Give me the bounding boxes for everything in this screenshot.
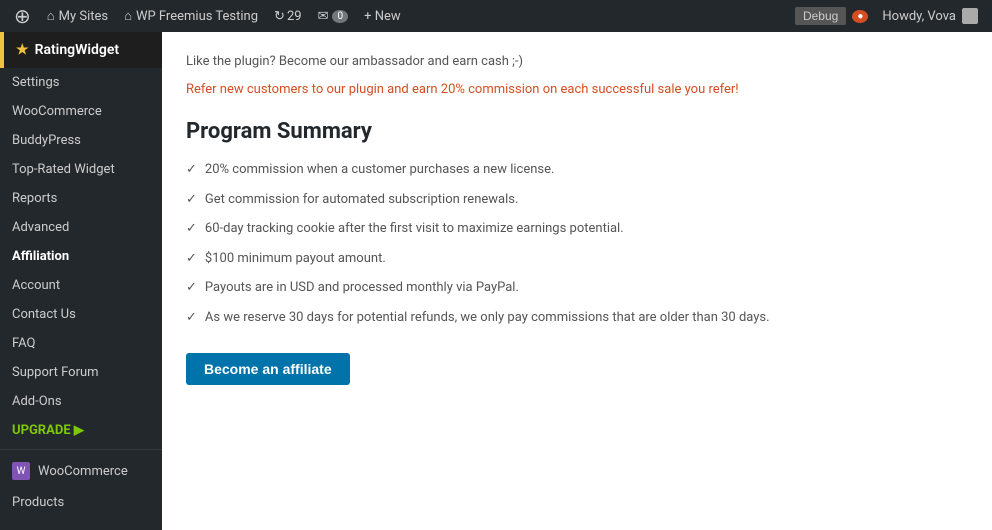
checklist-text-3: 60-day tracking cookie after the first v… [205,219,624,239]
woocommerce-icon: W [12,462,30,480]
star-icon: ★ [16,42,29,58]
sidebar-item-reports[interactable]: Reports [0,184,162,213]
home-icon: ⌂ [124,8,132,24]
updates-menu[interactable]: ↻ 29 [266,0,310,32]
comments-menu[interactable]: ✉ 0 [310,0,357,32]
sidebar-item-top-rated-widget[interactable]: Top-Rated Widget [0,155,162,184]
comment-icon: ✉ [318,9,329,24]
howdy-label: Howdy, Vova [882,9,956,24]
upgrade-button[interactable]: UPGRADE ▶ [0,416,162,445]
checklist-item-1: ✓ 20% commission when a customer purchas… [186,160,968,180]
site-name-menu[interactable]: ⌂ WP Freemius Testing [116,0,266,32]
site-name-label: WP Freemius Testing [136,9,258,24]
checklist-text-4: $100 minimum payout amount. [205,249,386,269]
new-label: + New [364,9,401,24]
sidebar-woocommerce-section[interactable]: W WooCommerce [0,454,162,488]
my-sites-menu[interactable]: ⌂ My Sites [39,0,116,32]
plugin-title[interactable]: ★ RatingWidget [0,32,162,68]
main-content: Like the plugin? Become our ambassador a… [162,32,992,530]
checklist-text-2: Get commission for automated subscriptio… [205,190,519,210]
check-icon-6: ✓ [186,308,197,328]
sidebar-item-woocommerce[interactable]: WooCommerce [0,97,162,126]
plugin-name-label: RatingWidget [35,42,120,58]
program-title: Program Summary [186,119,968,144]
house-icon: ⌂ [47,8,55,24]
sidebar-item-faq[interactable]: FAQ [0,329,162,358]
sidebar-item-advanced[interactable]: Advanced [0,213,162,242]
sidebar-item-affiliation[interactable]: Affiliation [0,242,162,271]
checklist-item-3: ✓ 60-day tracking cookie after the first… [186,219,968,239]
become-affiliate-button[interactable]: Become an affiliate [186,353,350,385]
sidebar-item-contact-us[interactable]: Contact Us [0,300,162,329]
check-icon-5: ✓ [186,278,197,298]
checklist-item-4: ✓ $100 minimum payout amount. [186,249,968,269]
checklist-item-5: ✓ Payouts are in USD and processed month… [186,278,968,298]
sidebar-item-support-forum[interactable]: Support Forum [0,358,162,387]
checklist-item-6: ✓ As we reserve 30 days for potential re… [186,308,968,328]
sidebar-item-products[interactable]: Products [0,488,162,517]
check-icon-2: ✓ [186,190,197,210]
user-avatar [962,8,978,24]
woocommerce-label: WooCommerce [38,464,128,479]
program-checklist: ✓ 20% commission when a customer purchas… [186,160,968,327]
intro-text: Like the plugin? Become our ambassador a… [186,52,968,72]
admin-bar: ⊕ ⌂ My Sites ⌂ WP Freemius Testing ↻ 29 … [0,0,992,32]
updates-count: 29 [287,9,302,24]
check-icon-1: ✓ [186,160,197,180]
checklist-text-6: As we reserve 30 days for potential refu… [205,308,770,328]
wp-logo-icon[interactable]: ⊕ [6,4,39,28]
check-icon-3: ✓ [186,219,197,239]
update-icon: ↻ [274,9,285,24]
checklist-item-2: ✓ Get commission for automated subscript… [186,190,968,210]
sidebar-divider [0,449,162,450]
sidebar-item-buddypress[interactable]: BuddyPress [0,126,162,155]
sidebar-item-settings[interactable]: Settings [0,68,162,97]
sidebar: ★ RatingWidget Settings WooCommerce Budd… [0,32,162,530]
sidebar-item-account[interactable]: Account [0,271,162,300]
my-sites-label: My Sites [59,9,108,24]
user-menu[interactable]: Howdy, Vova [874,8,986,24]
intro-highlight: Refer new customers to our plugin and ea… [186,80,968,100]
debug-button[interactable]: Debug [795,7,846,25]
new-content-menu[interactable]: + New [356,0,409,32]
checklist-text-1: 20% commission when a customer purchases… [205,160,555,180]
checklist-text-5: Payouts are in USD and processed monthly… [205,278,519,298]
check-icon-4: ✓ [186,249,197,269]
sidebar-item-add-ons[interactable]: Add-Ons [0,387,162,416]
upgrade-label: UPGRADE ▶ [12,423,84,438]
notification-count: ● [852,10,868,23]
comments-count: 0 [332,10,348,23]
